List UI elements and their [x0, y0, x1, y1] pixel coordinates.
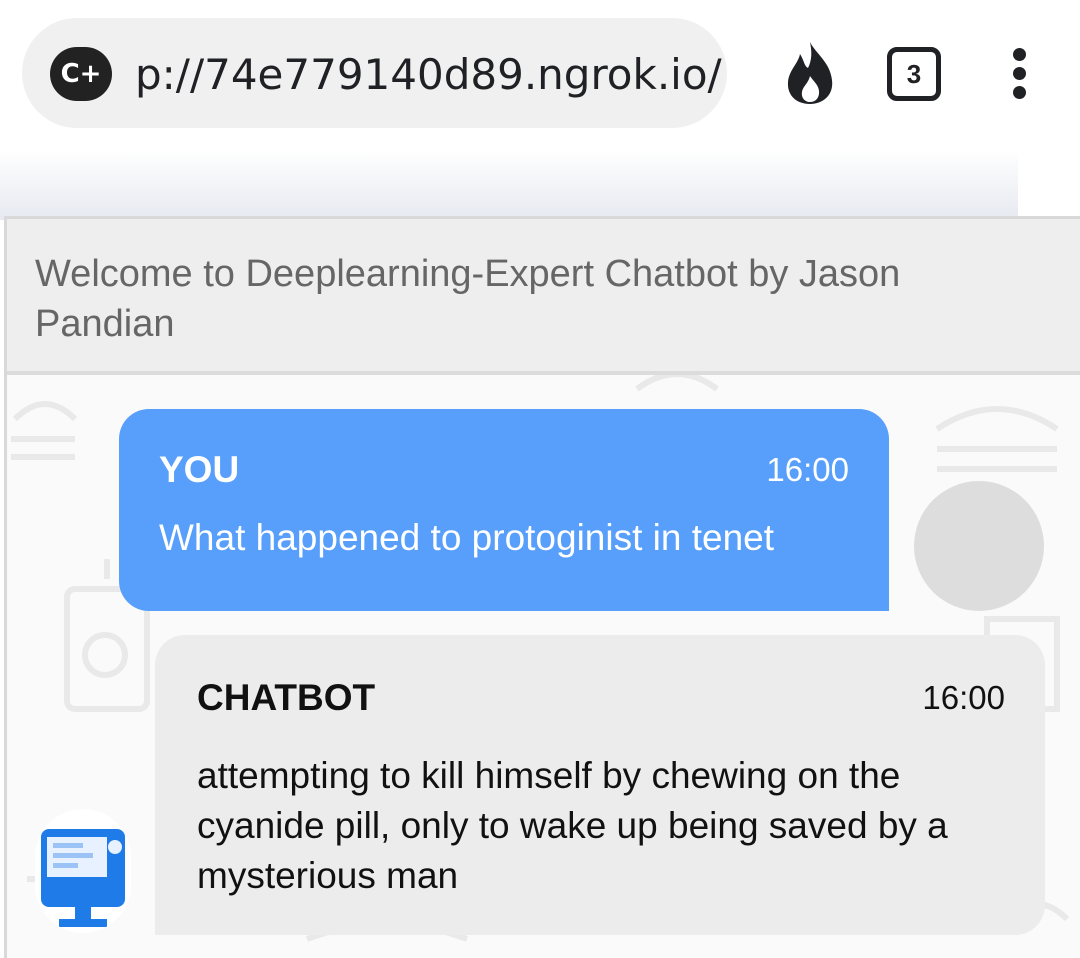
bot-message: CHATBOT 16:00 attempting to kill himself…	[155, 635, 1045, 935]
bot-avatar	[35, 809, 131, 933]
chat-title: Welcome to Deeplearning-Expert Chatbot b…	[35, 253, 901, 345]
tabs-icon[interactable]: 3	[887, 47, 941, 101]
url-text[interactable]: p://74e779140d89.ngrok.io/	[135, 50, 722, 99]
user-avatar	[914, 481, 1044, 611]
bot-message-time: 16:00	[922, 679, 1005, 716]
bot-message-text: attempting to kill himself by chewing on…	[197, 755, 948, 896]
chat-panel: Welcome to Deeplearning-Expert Chatbot b…	[4, 216, 1080, 958]
user-sender-name: YOU	[159, 449, 240, 490]
page-background-strip	[0, 150, 1018, 220]
user-message-time: 16:00	[766, 451, 849, 488]
browser-toolbar: C+ p://74e779140d89.ngrok.io/ 3	[0, 0, 1080, 150]
user-message: YOU 16:00 What happened to protoginist i…	[119, 409, 889, 611]
user-message-text: What happened to protoginist in tenet	[159, 517, 775, 558]
site-icon[interactable]: C+	[50, 47, 112, 101]
fire-icon[interactable]	[782, 40, 838, 106]
bot-sender-name: CHATBOT	[197, 677, 376, 718]
more-menu-icon[interactable]	[1005, 48, 1033, 100]
chat-header: Welcome to Deeplearning-Expert Chatbot b…	[7, 219, 1080, 375]
